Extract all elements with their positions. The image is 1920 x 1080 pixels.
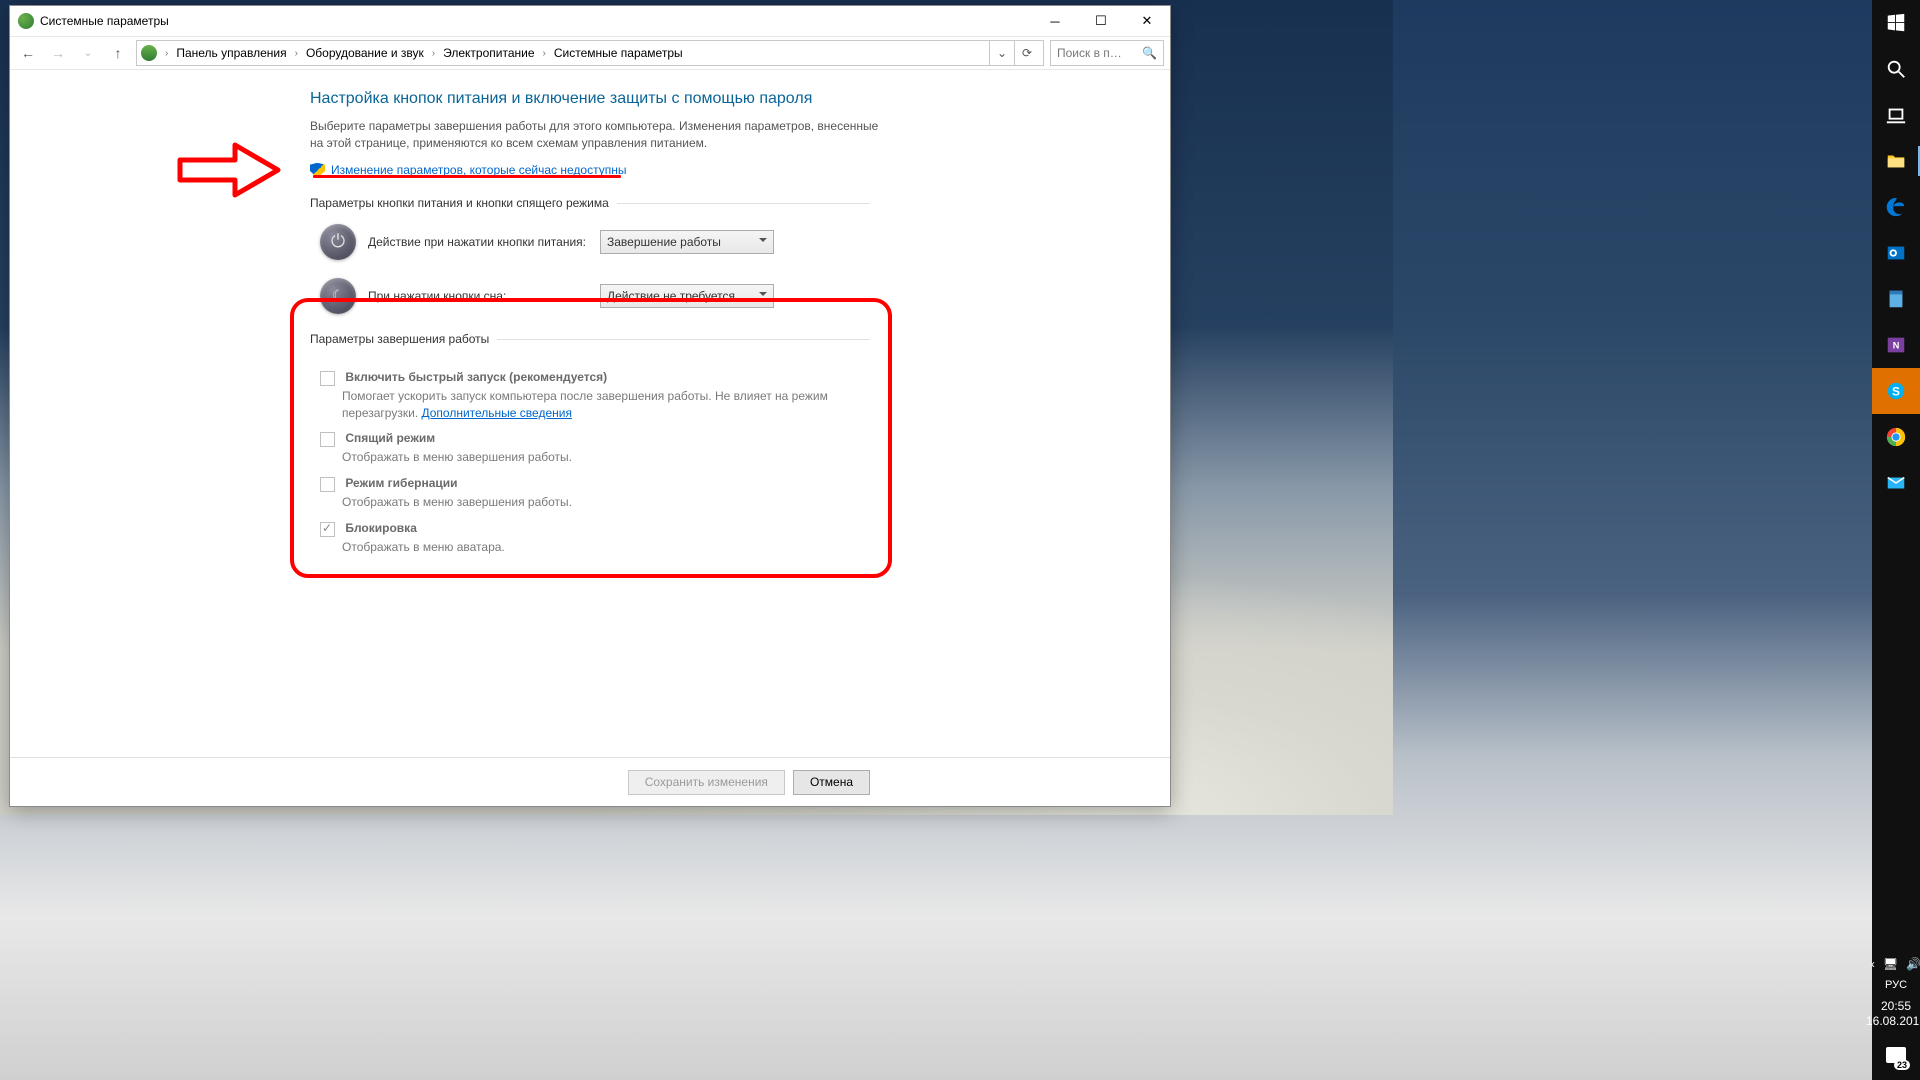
refresh-button[interactable]: ⟳ <box>1014 41 1039 65</box>
page-intro-text: Выберите параметры завершения работы для… <box>310 118 880 153</box>
power-button-action-dropdown[interactable]: Завершение работы <box>600 230 774 254</box>
power-icon: ⏻ <box>320 224 356 260</box>
power-button-label: Действие при нажатии кнопки питания: <box>368 235 588 249</box>
system-tray[interactable]: ‹ 🖥 🔊 <box>1871 953 1920 975</box>
address-dropdown-button[interactable]: ⌄ <box>989 41 1014 65</box>
recent-dropdown[interactable]: ⌄ <box>76 41 100 65</box>
cancel-button[interactable]: Отмена <box>793 770 870 795</box>
window-title: Системные параметры <box>40 14 169 28</box>
titlebar[interactable]: Системные параметры ─ ☐ ✕ <box>10 6 1170 36</box>
language-indicator[interactable]: РУС <box>1885 975 1907 995</box>
minimize-button[interactable]: ─ <box>1032 6 1078 36</box>
annotation-underline <box>313 175 621 178</box>
chevron-right-icon: › <box>163 48 170 59</box>
address-bar[interactable]: › Панель управления › Оборудование и зву… <box>136 40 1044 66</box>
svg-text:S: S <box>1892 385 1900 399</box>
close-button[interactable]: ✕ <box>1124 6 1170 36</box>
start-button[interactable] <box>1872 0 1920 46</box>
mail-taskbar[interactable] <box>1872 460 1920 506</box>
breadcrumb-power[interactable]: Электропитание <box>439 44 538 62</box>
navigation-toolbar: ← → ⌄ ↑ › Панель управления › Оборудован… <box>10 36 1170 70</box>
breadcrumb-system-settings[interactable]: Системные параметры <box>550 44 687 62</box>
search-icon <box>1885 58 1907 80</box>
mail-icon <box>1885 472 1907 494</box>
windows-logo-icon <box>1885 12 1907 34</box>
taskbar: N S ‹ 🖥 🔊 РУС 20:55 16.08.2018 23 <box>1872 0 1920 1080</box>
chrome-icon <box>1885 426 1907 448</box>
chevron-right-icon: › <box>430 48 437 59</box>
edge-taskbar[interactable] <box>1872 184 1920 230</box>
notepad-taskbar[interactable] <box>1872 276 1920 322</box>
power-button-action-row: ⏻ Действие при нажатии кнопки питания: З… <box>320 224 1110 260</box>
up-button[interactable]: ↑ <box>106 41 130 65</box>
onenote-icon: N <box>1885 334 1907 356</box>
power-buttons-section-label: Параметры кнопки питания и кнопки спящег… <box>310 196 870 210</box>
svg-text:N: N <box>1893 341 1900 351</box>
clock[interactable]: 20:55 16.08.2018 <box>1866 995 1920 1034</box>
forward-button[interactable]: → <box>46 41 70 65</box>
action-center-button[interactable]: 23 <box>1880 1040 1912 1070</box>
skype-icon: S <box>1885 380 1907 402</box>
save-changes-button[interactable]: Сохранить изменения <box>628 770 785 795</box>
chevron-right-icon: › <box>541 48 548 59</box>
network-icon[interactable]: 🖥 <box>1883 957 1898 971</box>
folder-icon <box>1885 150 1907 172</box>
task-view-button[interactable] <box>1872 92 1920 138</box>
chevron-right-icon: › <box>293 48 300 59</box>
breadcrumb-control-panel[interactable]: Панель управления <box>172 44 290 62</box>
footer-buttons: Сохранить изменения Отмена <box>10 757 1170 806</box>
address-icon <box>141 45 157 61</box>
volume-icon[interactable]: 🔊 <box>1906 957 1920 971</box>
search-icon: 🔍 <box>1142 46 1157 60</box>
notepad-icon <box>1885 288 1907 310</box>
onenote-taskbar[interactable]: N <box>1872 322 1920 368</box>
search-placeholder: Поиск в п… <box>1057 46 1122 60</box>
power-options-icon <box>18 13 34 29</box>
tray-expand-icon[interactable]: ‹ <box>1871 957 1875 971</box>
annotation-arrow <box>180 140 280 210</box>
back-button[interactable]: ← <box>16 41 40 65</box>
file-explorer-taskbar[interactable] <box>1872 138 1920 184</box>
page-heading: Настройка кнопок питания и включение защ… <box>310 90 1110 108</box>
edge-icon <box>1885 196 1907 218</box>
outlook-icon <box>1885 242 1907 264</box>
skype-taskbar[interactable]: S <box>1872 368 1920 414</box>
breadcrumb-hardware[interactable]: Оборудование и звук <box>302 44 428 62</box>
search-input[interactable]: Поиск в п… 🔍 <box>1050 40 1164 66</box>
search-taskbar-button[interactable] <box>1872 46 1920 92</box>
clock-time: 20:55 <box>1866 999 1920 1015</box>
maximize-button[interactable]: ☐ <box>1078 6 1124 36</box>
task-view-icon <box>1885 104 1907 126</box>
chrome-taskbar[interactable] <box>1872 414 1920 460</box>
notification-count: 23 <box>1894 1060 1910 1070</box>
outlook-taskbar[interactable] <box>1872 230 1920 276</box>
clock-date: 16.08.2018 <box>1866 1014 1920 1030</box>
